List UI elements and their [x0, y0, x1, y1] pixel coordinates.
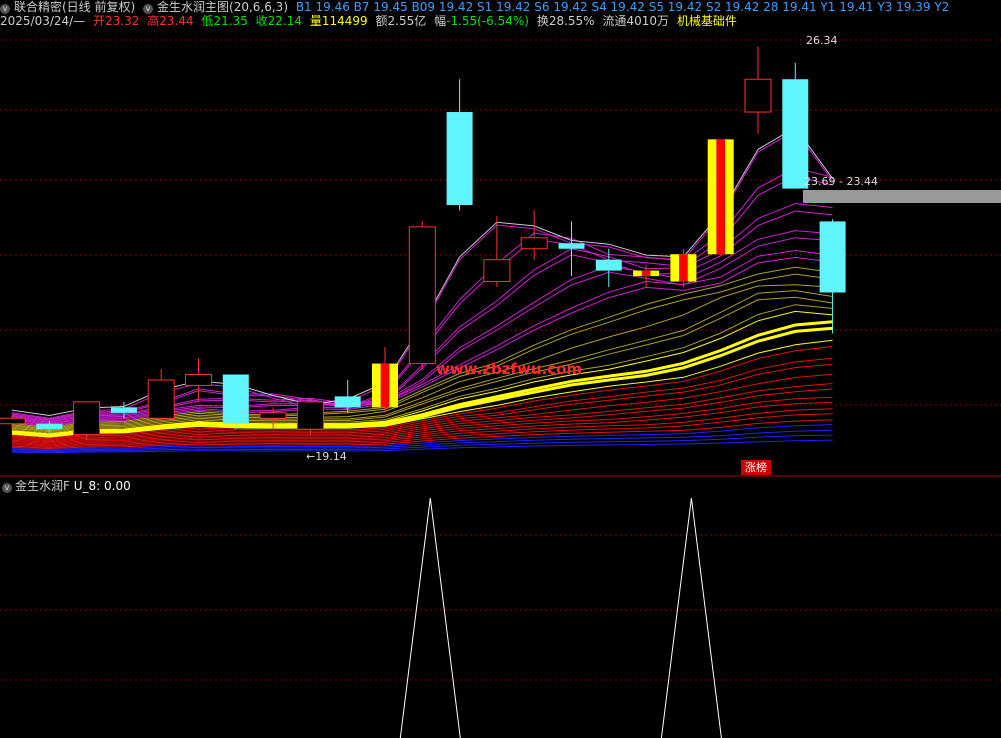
low-label: 低 — [201, 14, 214, 28]
candle-body-up — [73, 401, 101, 436]
signal-spike — [399, 497, 461, 738]
amount-value: 2.55亿 — [387, 14, 427, 28]
low-price-label: ←19.14 — [306, 450, 347, 463]
sub-indicator — [399, 497, 722, 738]
float-label: 流通 — [602, 14, 627, 28]
quote-date: 2025/03/24/— — [0, 14, 86, 28]
range-label: 23.69 - 23.44 — [804, 175, 878, 188]
candle-body-up — [744, 78, 772, 113]
candle-body-down — [36, 423, 63, 430]
turnover-label: 换 — [536, 14, 549, 28]
low-value: 21.35 — [213, 14, 248, 28]
candle-body-up — [296, 401, 324, 430]
chevron-down-icon[interactable]: v — [2, 483, 12, 493]
header-row: v 联合精密(日线 前复权) v 金生水润主图(20,6,6,3) B1 19.46… — [0, 0, 953, 14]
high-value: 23.44 — [159, 14, 194, 28]
range-marker — [803, 190, 1001, 203]
candle-body-up — [0, 417, 26, 425]
signal-text: B1 19.46 B7 19.45 B09 19.42 S1 19.42 S6 … — [295, 0, 950, 14]
watermark: www.zbzfwu.com — [436, 360, 583, 378]
candle-body-up — [483, 259, 511, 283]
chevron-down-icon[interactable]: v — [0, 4, 10, 14]
signal-candle-core — [679, 254, 688, 282]
candle-body-up — [408, 226, 436, 365]
candle-body-up — [259, 412, 287, 419]
signal-spike — [660, 497, 722, 738]
stock-title[interactable]: 联合精密(日线 前复权) — [14, 0, 135, 14]
signal-candle-core — [716, 139, 726, 255]
candle-body-up — [520, 237, 548, 250]
indicator-name[interactable]: 金生水润主图(20,6,6,3) — [157, 0, 288, 14]
signal-candle-core — [380, 363, 390, 408]
candle-body-down — [222, 374, 249, 424]
close-label: 收 — [255, 14, 268, 28]
change-label: 幅 — [434, 14, 447, 28]
amount-label: 额 — [375, 14, 388, 28]
sector-value: 机械基础件 — [676, 14, 737, 28]
open-value: 23.32 — [105, 14, 140, 28]
sub-header: v 金生水润F U_8: 0.00 — [2, 477, 131, 494]
float-value: 4010万 — [626, 14, 669, 28]
quote-row: 2025/03/24/— 开23.32 高23.44 低21.35 收22.14… — [0, 14, 741, 28]
candle-body-down — [446, 112, 473, 205]
sub-title[interactable]: 金生水润F — [15, 479, 70, 493]
limit-up-badge[interactable]: 涨榜 — [741, 460, 771, 475]
candle-body-down — [334, 396, 361, 408]
high-label: 高 — [147, 14, 160, 28]
open-label: 开 — [93, 14, 106, 28]
sub-value: U_8: 0.00 — [73, 479, 131, 493]
candle-body-down — [110, 407, 137, 413]
candle-body-down — [558, 243, 585, 249]
candle-body-up — [147, 379, 175, 419]
close-value: 22.14 — [267, 14, 303, 28]
high-price-label: 26.34 — [806, 34, 838, 47]
change-value: -1.55(-6.54%) — [446, 14, 529, 28]
chevron-down-icon[interactable]: v — [143, 4, 154, 14]
volume-value: 114499 — [321, 14, 368, 28]
candle-body-up — [185, 374, 212, 386]
candle-body-down — [782, 79, 809, 189]
candle-body-down — [595, 259, 622, 271]
volume-label: 量 — [309, 14, 322, 28]
signal-candle-core — [641, 270, 651, 277]
candle-body-down — [819, 221, 846, 293]
turnover-value: 28.55% — [548, 14, 595, 28]
